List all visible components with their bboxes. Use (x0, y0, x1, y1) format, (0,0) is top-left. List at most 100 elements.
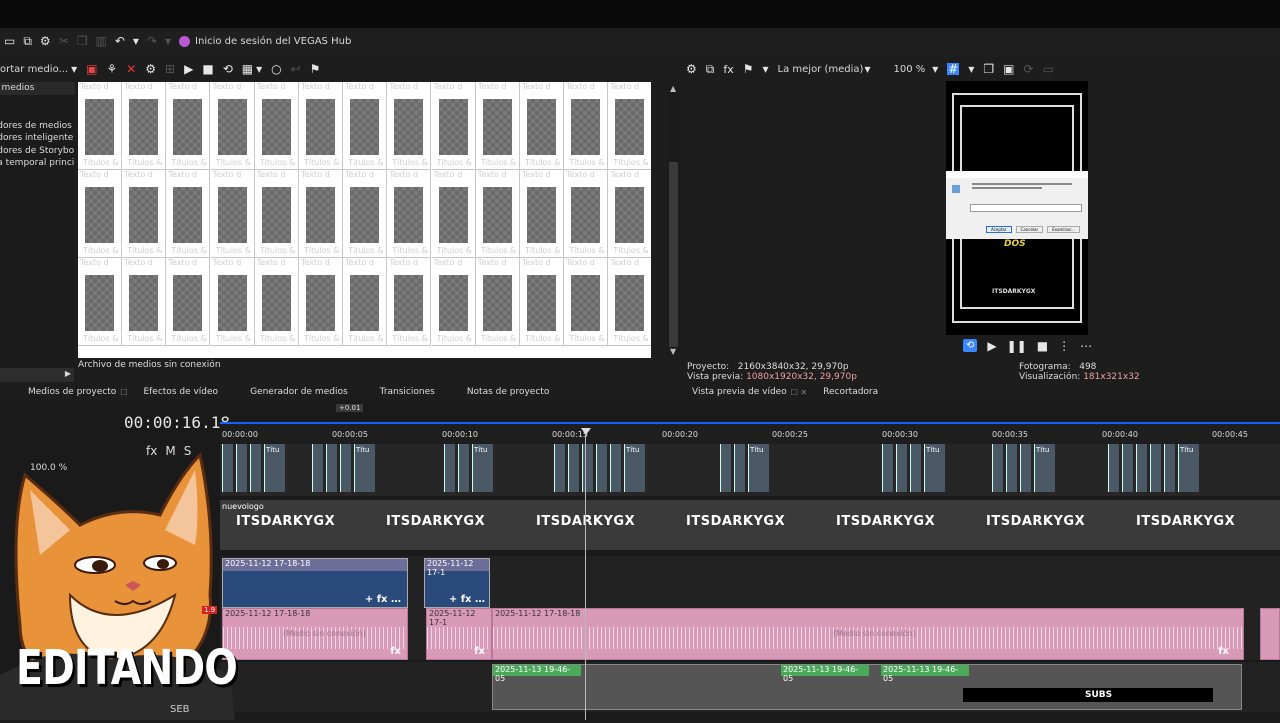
tree-item[interactable]: tas (0, 107, 75, 120)
video-clip[interactable]: 2025-11-12 17-18-18 + fx … (222, 558, 408, 608)
media-item[interactable]: Texto d Títulos & (608, 258, 651, 346)
media-item[interactable]: Texto d Títulos & (254, 82, 299, 170)
title-clip[interactable] (910, 444, 921, 492)
title-clip[interactable]: Títu (354, 444, 375, 492)
chevron-down-icon[interactable]: ▾ (165, 35, 171, 47)
preview-quality-select[interactable]: La mejor (media) (778, 64, 864, 75)
remove-icon[interactable]: ✕ (126, 63, 136, 75)
overlays-icon[interactable]: # (947, 63, 960, 75)
media-item[interactable]: Texto d Títulos & (520, 82, 564, 170)
media-item[interactable]: Texto d Títulos & (210, 170, 255, 258)
chevron-down-icon[interactable]: ▾ (763, 63, 769, 75)
media-item[interactable]: Texto d Títulos & (475, 258, 520, 346)
split-icon[interactable]: ⊞ (165, 63, 175, 75)
watermark-clip[interactable]: ITSDARKYGX (836, 514, 935, 529)
media-item[interactable]: Texto d Títulos & (564, 82, 609, 170)
redo-icon[interactable]: ↷ (147, 35, 157, 47)
media-item[interactable]: Texto d Títulos & (254, 170, 299, 258)
title-clip[interactable] (458, 444, 469, 492)
scroll-right-icon[interactable]: ▶ (65, 369, 71, 378)
scroll-thumb[interactable] (669, 162, 678, 347)
tab-transitions[interactable]: Transiciones (364, 387, 451, 397)
media-item[interactable]: Texto d Títulos & (475, 82, 520, 170)
title-clip[interactable]: Títu (748, 444, 769, 492)
tree-item[interactable]: nea temporal princip (0, 157, 75, 170)
refresh-icon[interactable]: ⟳ (1024, 63, 1034, 75)
media-item[interactable]: Texto d Títulos & (122, 82, 167, 170)
copy-icon[interactable]: ❐ (77, 35, 88, 47)
play-icon[interactable]: ▶ (987, 340, 996, 352)
tree-item[interactable]: nedores de Storybo (0, 145, 75, 158)
scroll-up-icon[interactable]: ▲ (670, 84, 676, 93)
external-monitor-icon[interactable]: ⧉ (706, 63, 715, 75)
autoplay-icon[interactable]: ⟲ (223, 63, 233, 75)
tree-item[interactable]: los medios (0, 82, 75, 95)
media-item[interactable]: Texto d Títulos & (210, 82, 255, 170)
media-item[interactable]: Texto d Títulos & (475, 170, 520, 258)
copy-snapshot-icon[interactable]: ❐ (983, 63, 994, 75)
media-item[interactable]: Texto d Títulos & (608, 170, 651, 258)
title-clip[interactable] (720, 444, 731, 492)
title-clip[interactable] (610, 444, 621, 492)
play-icon[interactable]: ▶ (184, 63, 193, 75)
tab-video-fx[interactable]: Efectos de vídeo (127, 387, 234, 397)
audio-clip[interactable] (1260, 608, 1280, 660)
title-clip[interactable] (734, 444, 745, 492)
title-clip[interactable] (236, 444, 247, 492)
gear-icon[interactable]: ⚙ (686, 63, 697, 75)
media-item[interactable]: Texto d Títulos & (254, 258, 299, 346)
media-fx-icon[interactable]: ⚘ (106, 63, 117, 75)
media-item[interactable]: Texto d Títulos & (299, 258, 343, 346)
media-item[interactable]: Texto d Títulos & (431, 170, 476, 258)
chevron-down-icon[interactable]: ▾ (133, 35, 139, 47)
loop-icon[interactable]: ⟲ (963, 339, 978, 352)
media-scrollbar[interactable]: ▲ ▼ (667, 82, 680, 360)
fx-icon[interactable]: fx (723, 64, 733, 75)
title-clip[interactable] (582, 444, 593, 492)
tab-video-preview[interactable]: Vista previa de vídeo (676, 387, 803, 397)
chevron-down-icon[interactable]: ▾ (864, 63, 870, 75)
title-clip[interactable]: Títu (1034, 444, 1055, 492)
title-clip[interactable] (568, 444, 579, 492)
title-clip[interactable]: Títu (1178, 444, 1199, 492)
chevron-down-icon[interactable]: ▾ (932, 63, 938, 75)
gear-icon[interactable]: ⚙ (40, 35, 51, 47)
media-item[interactable]: Texto d Títulos & (210, 258, 255, 346)
audio-clip[interactable]: 2025-11-12 17-1 fx (426, 608, 492, 660)
tag-icon[interactable]: ⚑ (310, 63, 321, 75)
watermark-clip[interactable]: ITSDARKYGX (386, 514, 485, 529)
clip-fx-icon[interactable]: fx (1218, 646, 1229, 657)
import-media-button[interactable]: ortar medio... (0, 64, 68, 75)
media-item[interactable]: Texto d Títulos & (299, 82, 343, 170)
watermark-clip[interactable]: ITSDARKYGX (236, 514, 335, 529)
title-clip[interactable] (596, 444, 607, 492)
timeline-ruler[interactable]: 00:00:00 00:00:05 00:00:10 00:00:15 00:00:20… (220, 424, 1280, 444)
clip-fx-icon[interactable]: + fx … (365, 594, 401, 605)
tab-media-generators[interactable]: Generador de medios (234, 387, 364, 397)
save-snapshot-icon[interactable]: ▣ (1003, 63, 1014, 75)
title-clip[interactable] (1136, 444, 1147, 492)
preview-zoom-select[interactable]: 100 % (893, 64, 925, 75)
stop-icon[interactable]: ■ (1037, 340, 1048, 352)
watermark-clip[interactable]: ITSDARKYGX (1136, 514, 1235, 529)
tab-project-media[interactable]: Medios de proyecto (12, 387, 132, 397)
tab-project-notes[interactable]: Notas de proyecto (451, 387, 566, 397)
tree-item[interactable]: o (0, 95, 75, 108)
title-clip[interactable] (444, 444, 455, 492)
fullscreen-icon[interactable]: ▭ (1043, 63, 1054, 75)
search-icon[interactable]: ○ (271, 63, 281, 75)
media-item[interactable]: Texto d Títulos & (564, 258, 609, 346)
media-item[interactable]: Texto d Títulos & (122, 170, 167, 258)
media-item[interactable]: Texto d Títulos & (520, 258, 564, 346)
media-item[interactable]: Texto d Títulos & (343, 170, 388, 258)
clip-fx-icon[interactable]: fx (474, 646, 485, 657)
media-item[interactable]: Texto d Títulos & (166, 82, 211, 170)
next-frame-icon[interactable]: ⋮ (1058, 340, 1070, 352)
subtitle-clip[interactable]: 2025-11-13 19-46-05 2025-11-13 19-46-05 … (492, 664, 1242, 710)
title-clip[interactable] (312, 444, 323, 492)
media-item[interactable]: Texto d Títulos & (387, 82, 432, 170)
title-clip[interactable] (250, 444, 261, 492)
playhead-marker[interactable] (581, 428, 591, 435)
scroll-down-icon[interactable]: ▼ (670, 347, 676, 356)
stop-icon[interactable]: ■ (202, 63, 213, 75)
